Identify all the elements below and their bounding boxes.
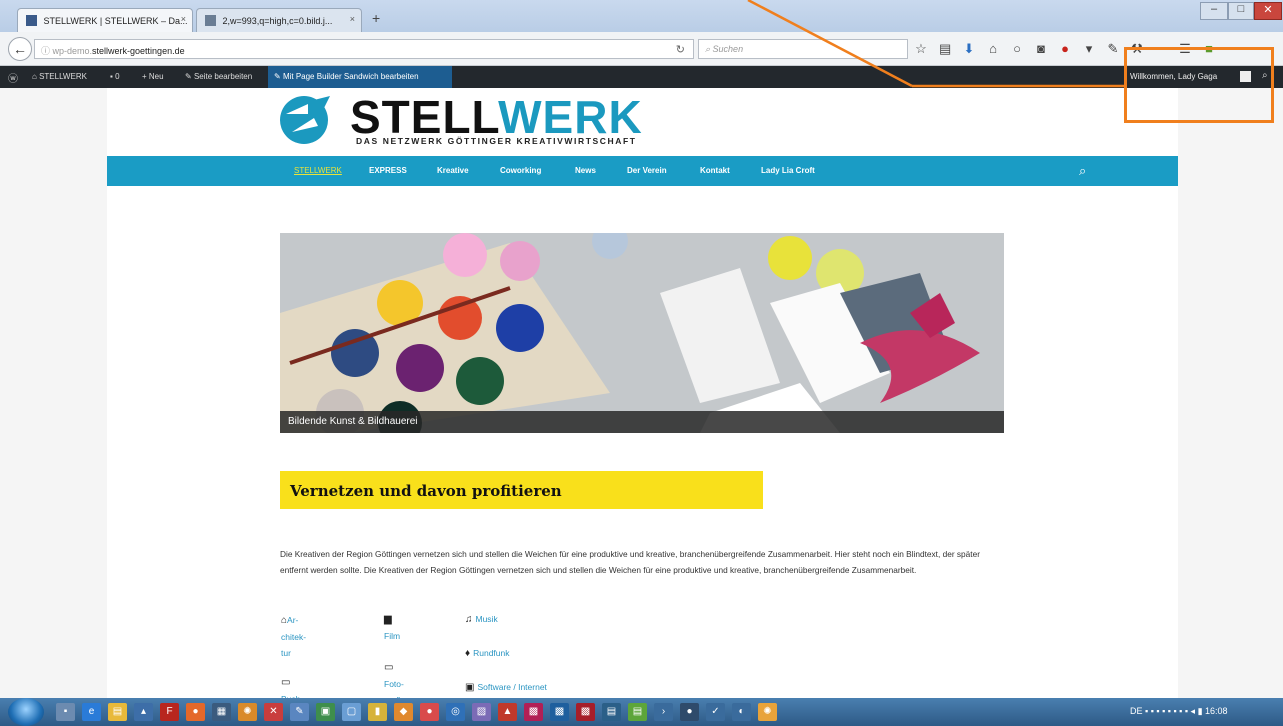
system-tray: DE ▪ ▪ ▪ ▪ ▪ ▪ ▪ ▪ ◂ ▮ 16:08: [1130, 706, 1228, 717]
app-icon[interactable]: ▤: [602, 703, 621, 721]
annotation-arrow: [747, 0, 1126, 88]
app-icon[interactable]: ▩: [576, 703, 595, 721]
explorer-icon[interactable]: ▤: [108, 703, 127, 721]
app-icon[interactable]: ●: [680, 703, 699, 721]
app-icon[interactable]: ▢: [342, 703, 361, 721]
app-icon[interactable]: ✕: [264, 703, 283, 721]
clock[interactable]: 16:08: [1205, 706, 1228, 716]
firefox-icon[interactable]: ●: [186, 703, 205, 721]
app-icon[interactable]: ▲: [498, 703, 517, 721]
app-icon[interactable]: ▴: [134, 703, 153, 721]
ie-icon[interactable]: e: [82, 703, 101, 721]
app-icon[interactable]: ▣: [316, 703, 335, 721]
app-icon[interactable]: ✓: [706, 703, 725, 721]
app-icon[interactable]: ◆: [394, 703, 413, 721]
app-icon[interactable]: ✺: [238, 703, 257, 721]
taskbar-icons: ▪ e ▤ ▴ F ● ▦ ✺ ✕ ✎ ▣ ▢ ▮ ◆ ● ◎ ▨ ▲ ▩ ▩ …: [56, 703, 777, 721]
app-icon[interactable]: ▮: [368, 703, 387, 721]
app-icon[interactable]: ◐: [732, 703, 751, 721]
filezilla-icon[interactable]: F: [160, 703, 179, 721]
app-icon[interactable]: ●: [420, 703, 439, 721]
app-icon[interactable]: ▤: [628, 703, 647, 721]
app-icon[interactable]: ▩: [524, 703, 543, 721]
app-icon[interactable]: ▦: [212, 703, 231, 721]
annotation-highlight-box: [1124, 47, 1274, 123]
show-desktop-icon[interactable]: ▪: [56, 703, 75, 721]
app-icon[interactable]: ◎: [446, 703, 465, 721]
app-icon[interactable]: ▨: [472, 703, 491, 721]
app-icon[interactable]: ▩: [550, 703, 569, 721]
language-indicator[interactable]: DE: [1130, 706, 1143, 716]
app-icon[interactable]: ›: [654, 703, 673, 721]
start-button[interactable]: [8, 698, 44, 726]
app-icon[interactable]: ✎: [290, 703, 309, 721]
tray-icons[interactable]: ▪ ▪ ▪ ▪ ▪ ▪ ▪ ▪ ◂ ▮: [1145, 706, 1205, 716]
windows-taskbar: ▪ e ▤ ▴ F ● ▦ ✺ ✕ ✎ ▣ ▢ ▮ ◆ ● ◎ ▨ ▲ ▩ ▩ …: [0, 698, 1283, 726]
app-icon[interactable]: ✺: [758, 703, 777, 721]
